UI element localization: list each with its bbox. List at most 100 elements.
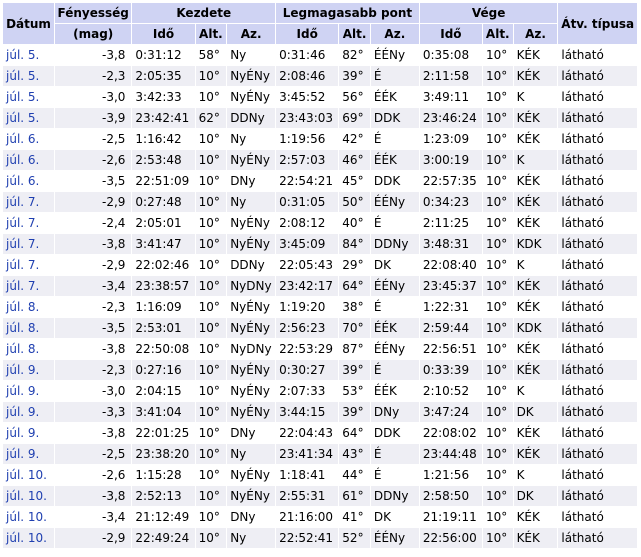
table-row: júl. 5. -2,3 2:05:35 10° NyÉNy 2:08:46 39° É 2:1… bbox=[3, 66, 637, 86]
row-date[interactable]: júl. 10. bbox=[3, 528, 54, 548]
row-end-az: KDK bbox=[513, 318, 558, 338]
row-start-time: 1:16:42 bbox=[132, 129, 195, 149]
row-type: látható bbox=[558, 171, 637, 191]
row-date[interactable]: júl. 8. bbox=[3, 297, 54, 317]
row-start-az: NyÉNy bbox=[227, 87, 276, 107]
row-date[interactable]: júl. 9. bbox=[3, 444, 54, 464]
row-high-time: 2:08:12 bbox=[276, 213, 339, 233]
row-date[interactable]: júl. 9. bbox=[3, 402, 54, 422]
row-end-az: K bbox=[513, 255, 558, 275]
row-high-alt: 45° bbox=[339, 171, 370, 191]
row-end-alt: 10° bbox=[483, 255, 513, 275]
row-start-az: DDNy bbox=[227, 108, 276, 128]
row-date[interactable]: júl. 5. bbox=[3, 108, 54, 128]
row-start-time: 23:38:20 bbox=[132, 444, 195, 464]
row-end-az: DK bbox=[513, 402, 558, 422]
row-start-az: Ny bbox=[227, 444, 276, 464]
row-start-az: DNy bbox=[227, 171, 276, 191]
row-end-time: 2:59:44 bbox=[419, 318, 482, 338]
row-type: látható bbox=[558, 213, 637, 233]
row-high-alt: 40° bbox=[339, 213, 370, 233]
row-high-alt: 39° bbox=[339, 66, 370, 86]
row-high-alt: 64° bbox=[339, 276, 370, 296]
row-start-time: 22:01:25 bbox=[132, 423, 195, 443]
row-start-alt: 10° bbox=[195, 234, 227, 254]
row-high-time: 22:53:29 bbox=[276, 339, 339, 359]
row-high-az: É bbox=[370, 297, 419, 317]
row-type: látható bbox=[558, 339, 637, 359]
row-high-time: 23:42:17 bbox=[276, 276, 339, 296]
table-row: júl. 10. -3,8 2:52:13 10° NyÉNy 2:55:31 61° DDN… bbox=[3, 486, 637, 506]
row-high-az: É bbox=[370, 465, 419, 485]
row-end-az: KÉK bbox=[513, 423, 558, 443]
row-start-az: DDNy bbox=[227, 255, 276, 275]
row-start-az: Ny bbox=[227, 129, 276, 149]
row-start-alt: 10° bbox=[195, 339, 227, 359]
row-start-time: 2:53:01 bbox=[132, 318, 195, 338]
row-date[interactable]: júl. 5. bbox=[3, 87, 54, 107]
row-high-alt: 46° bbox=[339, 150, 370, 170]
header-high-time: Idő bbox=[276, 24, 339, 44]
row-date[interactable]: júl. 7. bbox=[3, 213, 54, 233]
row-high-az: É bbox=[370, 444, 419, 464]
row-date[interactable]: júl. 5. bbox=[3, 66, 54, 86]
row-date[interactable]: júl. 7. bbox=[3, 255, 54, 275]
row-end-time: 22:56:51 bbox=[419, 339, 482, 359]
row-date[interactable]: júl. 8. bbox=[3, 339, 54, 359]
row-end-alt: 10° bbox=[483, 423, 513, 443]
row-start-alt: 10° bbox=[195, 423, 227, 443]
row-date[interactable]: júl. 8. bbox=[3, 318, 54, 338]
row-end-alt: 10° bbox=[483, 528, 513, 548]
row-high-az: DNy bbox=[370, 402, 419, 422]
row-date[interactable]: júl. 6. bbox=[3, 129, 54, 149]
row-high-time: 0:31:05 bbox=[276, 192, 339, 212]
row-end-az: K bbox=[513, 381, 558, 401]
header-high-az: Az. bbox=[370, 24, 419, 44]
row-end-az: KÉK bbox=[513, 507, 558, 527]
row-start-az: NyÉNy bbox=[227, 213, 276, 233]
row-date[interactable]: júl. 5. bbox=[3, 45, 54, 65]
row-high-time: 2:08:46 bbox=[276, 66, 339, 86]
row-start-az: NyÉNy bbox=[227, 360, 276, 380]
row-date[interactable]: júl. 7. bbox=[3, 192, 54, 212]
row-end-alt: 10° bbox=[483, 381, 513, 401]
row-type: látható bbox=[558, 444, 637, 464]
row-date[interactable]: júl. 6. bbox=[3, 150, 54, 170]
row-high-az: ÉÉNy bbox=[370, 528, 419, 548]
row-end-time: 23:45:37 bbox=[419, 276, 482, 296]
row-end-time: 2:10:52 bbox=[419, 381, 482, 401]
row-high-time: 23:43:03 bbox=[276, 108, 339, 128]
row-end-alt: 10° bbox=[483, 150, 513, 170]
table-row: júl. 10. -2,6 1:15:28 10° NyÉNy 1:18:41 44° É 1:… bbox=[3, 465, 637, 485]
row-date[interactable]: júl. 10. bbox=[3, 486, 54, 506]
row-end-az: KÉK bbox=[513, 444, 558, 464]
row-high-time: 22:05:43 bbox=[276, 255, 339, 275]
row-start-alt: 10° bbox=[195, 297, 227, 317]
row-magnitude: -2,9 bbox=[54, 255, 132, 275]
row-high-time: 23:41:34 bbox=[276, 444, 339, 464]
row-date[interactable]: júl. 6. bbox=[3, 171, 54, 191]
row-date[interactable]: júl. 10. bbox=[3, 507, 54, 527]
row-end-alt: 10° bbox=[483, 171, 513, 191]
row-end-time: 23:44:48 bbox=[419, 444, 482, 464]
row-end-az: KÉK bbox=[513, 360, 558, 380]
row-date[interactable]: júl. 7. bbox=[3, 276, 54, 296]
row-date[interactable]: júl. 7. bbox=[3, 234, 54, 254]
table-row: júl. 10. -2,9 22:49:24 10° Ny 22:52:41 52° ÉÉNy… bbox=[3, 528, 637, 548]
row-date[interactable]: júl. 9. bbox=[3, 360, 54, 380]
row-end-alt: 10° bbox=[483, 339, 513, 359]
row-date[interactable]: júl. 9. bbox=[3, 381, 54, 401]
row-type: látható bbox=[558, 528, 637, 548]
row-type: látható bbox=[558, 507, 637, 527]
row-magnitude: -2,6 bbox=[54, 465, 132, 485]
row-high-alt: 43° bbox=[339, 444, 370, 464]
row-end-alt: 10° bbox=[483, 297, 513, 317]
row-type: látható bbox=[558, 381, 637, 401]
table-row: júl. 6. -3,5 22:51:09 10° DNy 22:54:21 45° DDK 2… bbox=[3, 171, 637, 191]
row-date[interactable]: júl. 9. bbox=[3, 423, 54, 443]
row-date[interactable]: júl. 10. bbox=[3, 465, 54, 485]
row-end-alt: 10° bbox=[483, 87, 513, 107]
row-start-alt: 62° bbox=[195, 108, 227, 128]
row-high-time: 3:45:52 bbox=[276, 87, 339, 107]
row-start-time: 0:27:16 bbox=[132, 360, 195, 380]
